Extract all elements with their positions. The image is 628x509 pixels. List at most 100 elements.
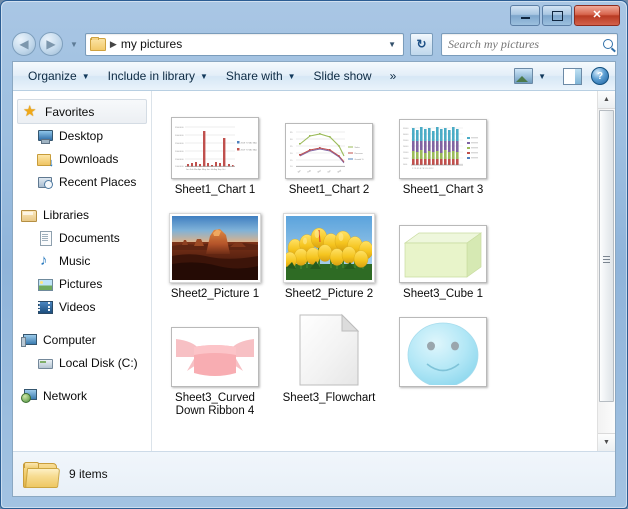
- sidebar-item-label: Local Disk (C:): [59, 356, 138, 370]
- thumbnail-container: 35000003000000 25000002000000 1500000100…: [171, 107, 259, 179]
- file-item[interactable]: 35000003000000 25000002000000 1500000100…: [158, 101, 272, 205]
- sidebar-item-music[interactable]: Music: [13, 249, 151, 272]
- nav-group-network: Network: [13, 384, 151, 407]
- file-name-label: Sheet3_Curved Down Ribbon 4: [163, 392, 267, 418]
- sidebar-item-local-disk[interactable]: Local Disk (C:): [13, 351, 151, 374]
- change-view-icon[interactable]: [514, 68, 533, 84]
- thumbnail-container: [399, 211, 487, 283]
- file-item[interactable]: Sheet2_Picture 2: [272, 205, 386, 309]
- sidebar-item-downloads[interactable]: Downloads: [13, 147, 151, 170]
- file-grid: 35000003000000 25000002000000 1500000100…: [152, 91, 606, 426]
- toolbar-right-group: ▼ ?: [514, 67, 609, 85]
- sidebar-item-label: Videos: [59, 300, 95, 314]
- network-icon: [21, 388, 37, 404]
- sidebar-item-documents[interactable]: Documents: [13, 226, 151, 249]
- folder-front: [25, 468, 60, 488]
- sidebar-item-computer[interactable]: Computer: [13, 328, 151, 351]
- scrollbar-grip-icon: [603, 256, 610, 257]
- svg-text:3500000: 3500000: [175, 127, 184, 129]
- file-item[interactable]: 353025 201510: [272, 101, 386, 205]
- file-list-view[interactable]: 35000003000000 25000002000000 1500000100…: [152, 91, 615, 451]
- sidebar-item-label: Desktop: [59, 129, 103, 143]
- tulips-photo-thumbnail: [283, 213, 375, 283]
- file-item[interactable]: Sheet2_Picture 1: [158, 205, 272, 309]
- refresh-button[interactable]: ↻: [410, 33, 433, 56]
- address-input[interactable]: ▶ my pictures ▼: [85, 33, 404, 56]
- history-dropdown-button[interactable]: ▼: [67, 40, 81, 49]
- svg-text:3000000: 3000000: [175, 135, 184, 137]
- svg-text:15000: 15000: [403, 152, 408, 154]
- sidebar-item-videos[interactable]: Videos: [13, 295, 151, 318]
- title-bar: ✕: [2, 2, 626, 28]
- svg-text:2008 TOTAL SALES: 2008 TOTAL SALES: [241, 141, 258, 144]
- desktop-icon: [37, 128, 53, 144]
- vertical-scrollbar[interactable]: ▲ ▼: [597, 91, 615, 451]
- address-dropdown-icon[interactable]: ▼: [383, 40, 401, 49]
- item-count-label: 9 items: [69, 467, 108, 481]
- toolbar-overflow-button[interactable]: »: [381, 66, 406, 86]
- search-input[interactable]: [446, 36, 601, 53]
- thumbnail-container: [171, 315, 259, 387]
- chevron-down-icon: ▼: [70, 40, 78, 49]
- client-area: Organize ▼ Include in library ▼ Share wi…: [12, 61, 616, 497]
- sidebar-item-libraries[interactable]: Libraries: [13, 203, 151, 226]
- maximize-icon: [552, 11, 563, 21]
- green-cube-thumbnail: [399, 225, 487, 283]
- sidebar-item-network[interactable]: Network: [13, 384, 151, 407]
- file-item[interactable]: 350003000025000 200001500010000 5000: [386, 101, 500, 205]
- address-bar-row: ◀ ▶ ▼ ▶ my pictures ▼ ↻: [2, 28, 626, 60]
- close-button[interactable]: ✕: [574, 5, 620, 26]
- svg-text:1 2 3 4 5 6 7 8 9 10 1: 1 2 3 4 5 6 7 8 9 10 11 12: [412, 168, 433, 170]
- svg-text:Jan Feb Mar Apr May Jun Jul Au: Jan Feb Mar Apr May Jun Jul Aug Sep Oct: [186, 168, 226, 171]
- include-in-library-label: Include in library: [108, 69, 195, 83]
- organize-button[interactable]: Organize ▼: [19, 66, 99, 86]
- file-name-label: Sheet1_Chart 1: [175, 184, 256, 197]
- scroll-down-button[interactable]: ▼: [598, 433, 615, 451]
- sidebar-item-favorites[interactable]: Favorites: [17, 99, 147, 124]
- caption-buttons: ✕: [508, 5, 620, 26]
- thumbnail-container: 353025 201510: [285, 107, 373, 179]
- minimize-button[interactable]: [510, 5, 540, 26]
- file-item[interactable]: Sheet3_Flowchart: [272, 309, 386, 426]
- nav-group-favorites: Favorites Desktop Downloads Recent Place…: [13, 99, 151, 193]
- back-arrow-icon: ◀: [19, 38, 28, 50]
- breadcrumb-path[interactable]: my pictures: [121, 37, 182, 51]
- scrollbar-thumb[interactable]: [599, 110, 614, 402]
- triangle-down-icon: ▼: [603, 439, 610, 446]
- file-item[interactable]: Sheet3_Curved Down Ribbon 4: [158, 309, 272, 426]
- maximize-button[interactable]: [542, 5, 572, 26]
- folder-icon: [90, 38, 106, 51]
- search-box[interactable]: [441, 33, 618, 56]
- back-button[interactable]: ◀: [12, 32, 36, 56]
- command-toolbar: Organize ▼ Include in library ▼ Share wi…: [13, 62, 615, 91]
- documents-icon: [37, 230, 53, 246]
- preview-pane-icon[interactable]: [563, 68, 582, 85]
- svg-text:25000: 25000: [403, 140, 408, 142]
- share-with-button[interactable]: Share with ▼: [217, 66, 305, 86]
- svg-text:Growth %: Growth %: [355, 158, 364, 161]
- view-dropdown-icon[interactable]: ▼: [533, 72, 554, 81]
- help-icon[interactable]: ?: [591, 67, 609, 85]
- sidebar-item-recent-places[interactable]: Recent Places: [13, 170, 151, 193]
- breadcrumb-separator-icon: ▶: [108, 39, 121, 50]
- forward-button[interactable]: ▶: [39, 32, 63, 56]
- svg-text:35000: 35000: [403, 128, 408, 130]
- svg-text:1500000: 1500000: [175, 159, 184, 161]
- sidebar-item-pictures[interactable]: Pictures: [13, 272, 151, 295]
- help-label: ?: [597, 71, 603, 82]
- file-item[interactable]: [386, 309, 500, 426]
- nav-group-computer: Computer Local Disk (C:): [13, 328, 151, 374]
- preview-pane-strip: [575, 69, 581, 84]
- include-in-library-button[interactable]: Include in library ▼: [99, 66, 217, 86]
- file-item[interactable]: Sheet3_Cube 1: [386, 205, 500, 309]
- slide-show-button[interactable]: Slide show: [305, 66, 381, 86]
- chevron-down-icon: ▼: [82, 72, 90, 81]
- sidebar-item-desktop[interactable]: Desktop: [13, 124, 151, 147]
- scroll-up-button[interactable]: ▲: [598, 91, 615, 109]
- forward-arrow-icon: ▶: [46, 38, 55, 50]
- computer-icon: [21, 332, 37, 348]
- svg-text:20000: 20000: [403, 146, 408, 148]
- sidebar-item-label: Downloads: [59, 152, 118, 166]
- overflow-chevron-icon: »: [390, 69, 397, 83]
- svg-text:Revenue: Revenue: [355, 153, 364, 155]
